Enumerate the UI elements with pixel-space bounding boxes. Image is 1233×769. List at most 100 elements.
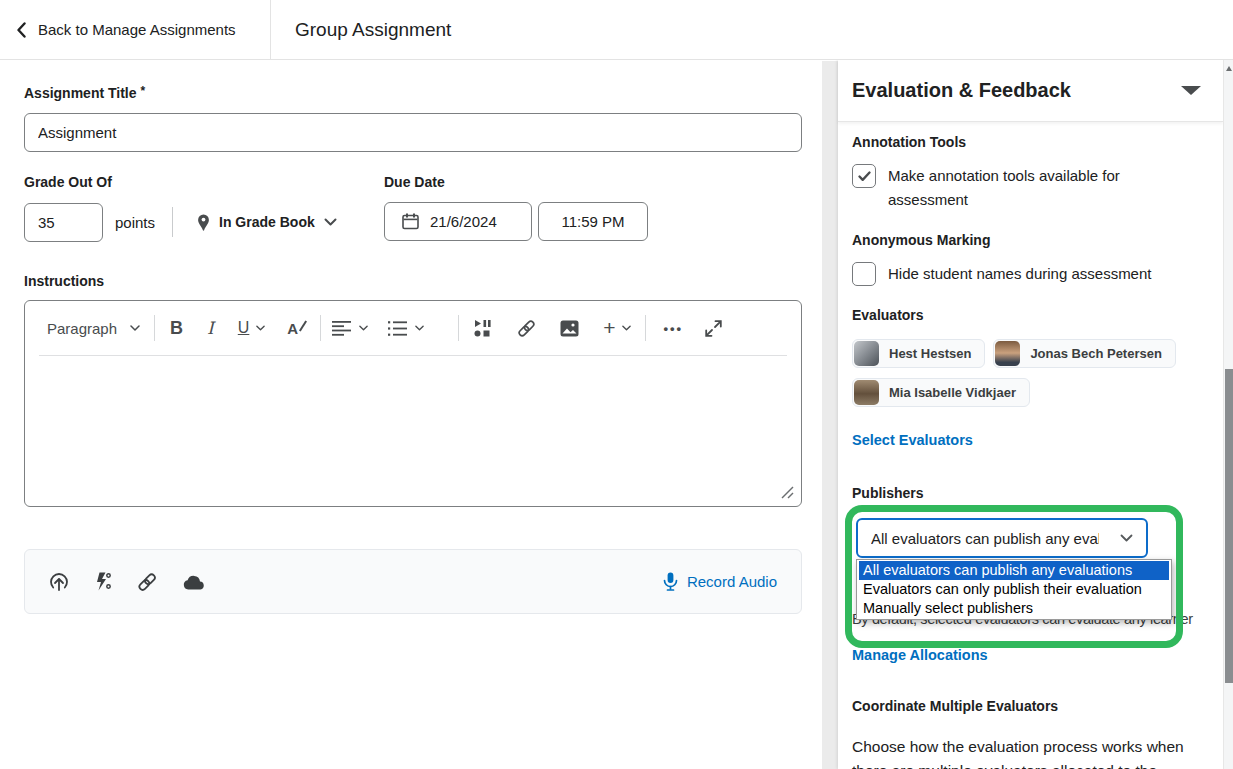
record-audio-label: Record Audio [687, 573, 777, 590]
scrollbar-up-arrow[interactable] [1226, 66, 1232, 71]
fullscreen-button[interactable] [705, 320, 722, 337]
instructions-text-area[interactable] [25, 356, 801, 506]
pin-icon [197, 214, 210, 231]
coordinate-evaluators-text: Choose how the evaluation process works … [852, 735, 1204, 769]
assignment-title-input[interactable] [24, 113, 802, 152]
collapse-triangle-icon[interactable] [1181, 86, 1201, 95]
record-audio-button[interactable]: Record Audio [663, 572, 777, 591]
lightning-icon [95, 572, 111, 591]
panel-body: Annotation Tools Make annotation tools a… [838, 122, 1223, 769]
list-icon [388, 321, 408, 336]
chevron-down-icon [256, 325, 265, 331]
editor-toolbar: Paragraph B I U A [39, 301, 787, 356]
insert-stuff-icon [474, 320, 493, 337]
evaluator-chips: Hest Hestsen Jonas Bech Petersen Mia Isa… [852, 339, 1200, 407]
chevron-down-icon [359, 325, 368, 331]
evaluators-label: Evaluators [852, 308, 1207, 323]
due-date-value: 21/6/2024 [430, 213, 497, 230]
scrollbar-thumb[interactable] [1225, 369, 1233, 683]
chevron-down-icon [415, 325, 424, 331]
insert-image-button[interactable] [560, 320, 579, 337]
paragraph-style-dropdown[interactable]: Paragraph [47, 320, 140, 337]
required-asterisk: * [141, 84, 146, 98]
top-bar: Back to Manage Assignments Group Assignm… [0, 0, 1233, 60]
publishers-select-value: All evaluators can publish any evaluatio… [871, 530, 1099, 547]
toolbar-separator [320, 315, 321, 341]
vertical-scrollbar[interactable] [1223, 60, 1233, 769]
avatar [854, 341, 879, 366]
panel-title: Evaluation & Feedback [852, 79, 1071, 102]
publishers-select[interactable]: All evaluators can publish any evaluatio… [856, 518, 1148, 558]
underline-button[interactable]: U [238, 319, 266, 337]
anonymous-marking-label: Anonymous Marking [852, 233, 1207, 248]
due-date-input[interactable]: 21/6/2024 [384, 202, 532, 241]
toolbar-overflow-button[interactable]: ••• [663, 321, 683, 336]
bold-button[interactable]: B [170, 318, 183, 339]
upload-icon [49, 572, 69, 591]
insert-link-button[interactable] [517, 319, 536, 338]
publishers-section: All evaluators can publish any evaluatio… [852, 518, 1207, 558]
font-color-button[interactable]: A [287, 320, 298, 337]
back-label: Back to Manage Assignments [38, 21, 236, 38]
grade-divider [172, 207, 173, 237]
anonymous-marking-row: Hide student names during assessment [852, 262, 1207, 286]
back-chevron-icon [16, 22, 26, 38]
calendar-icon [402, 213, 419, 230]
content-gap [822, 61, 838, 769]
annotation-tools-row: Make annotation tools available for asse… [852, 164, 1207, 212]
anonymous-marking-checkbox-label: Hide student names during assessment [888, 262, 1152, 286]
annotation-tools-label: Annotation Tools [852, 135, 1207, 150]
chevron-down-icon [324, 218, 337, 226]
resize-handle-icon[interactable] [779, 484, 794, 499]
avatar [995, 341, 1020, 366]
coordinate-evaluators-label: Coordinate Multiple Evaluators [852, 699, 1207, 714]
insert-more-dropdown[interactable]: + [603, 316, 631, 340]
due-date-label: Due Date [384, 175, 648, 190]
assignment-form: Assignment Title* Grade Out Of points In… [0, 61, 822, 769]
grade-value-input[interactable] [24, 203, 103, 242]
dropdown-option[interactable]: Evaluators can only publish their evalua… [859, 580, 1169, 599]
back-button[interactable]: Back to Manage Assignments [0, 0, 270, 59]
chevron-down-icon [622, 325, 631, 331]
checkmark-icon [858, 171, 871, 182]
panel-header[interactable]: Evaluation & Feedback [838, 60, 1223, 122]
avatar [854, 380, 879, 405]
due-time-input[interactable]: 11:59 PM [538, 202, 648, 241]
insert-stuff-button[interactable] [474, 320, 493, 337]
evaluator-chip[interactable]: Mia Isabelle Vidkjaer [852, 378, 1030, 407]
dropdown-option[interactable]: Manually select publishers [859, 599, 1169, 618]
microphone-icon [663, 572, 678, 591]
publishers-dropdown-list: All evaluators can publish any evaluatio… [856, 559, 1172, 620]
align-icon [332, 321, 352, 336]
cloud-storage-button[interactable] [183, 574, 205, 590]
evaluator-chip[interactable]: Jonas Bech Petersen [993, 339, 1176, 368]
publishers-label: Publishers [852, 486, 1207, 501]
link-icon [517, 319, 536, 338]
list-dropdown[interactable] [388, 321, 424, 336]
grade-out-of-label: Grade Out Of [24, 175, 384, 190]
upload-file-button[interactable] [49, 572, 69, 591]
select-evaluators-link[interactable]: Select Evaluators [852, 432, 973, 448]
italic-button[interactable]: I [207, 318, 214, 338]
annotation-tools-checkbox[interactable] [852, 164, 876, 188]
evaluator-chip[interactable]: Hest Hestsen [852, 339, 985, 368]
attach-link-button[interactable] [137, 572, 157, 592]
dropdown-option-selected[interactable]: All evaluators can publish any evaluatio… [859, 561, 1169, 580]
align-dropdown[interactable] [332, 321, 368, 336]
page-title: Group Assignment [295, 19, 451, 41]
annotation-tools-checkbox-label: Make annotation tools available for asse… [888, 164, 1152, 212]
anonymous-marking-checkbox[interactable] [852, 262, 876, 286]
assignment-title-label: Assignment Title* [24, 84, 802, 101]
in-grade-book-label: In Grade Book [219, 214, 315, 230]
toolbar-separator [645, 315, 646, 341]
manage-allocations-link[interactable]: Manage Allocations [852, 647, 988, 663]
in-grade-book-button[interactable]: In Grade Book [197, 214, 337, 231]
chevron-down-icon [130, 325, 140, 331]
quicklink-activity-button[interactable] [95, 572, 111, 591]
toolbar-separator [458, 315, 459, 341]
instructions-label: Instructions [24, 274, 802, 289]
image-icon [560, 320, 579, 337]
chevron-down-icon [1120, 534, 1133, 542]
attachments-bar: Record Audio [24, 549, 802, 614]
points-label: points [115, 214, 155, 231]
